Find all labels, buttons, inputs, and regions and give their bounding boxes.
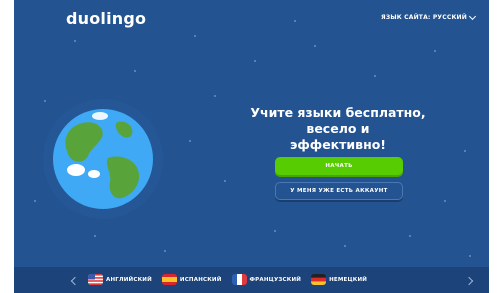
headline-line-1: Учите языки бесплатно, весело и	[250, 105, 426, 136]
language-label-english: АНГЛИЙСКИЙ	[106, 276, 152, 283]
language-item-german[interactable]: НЕМЕЦКИЙ	[311, 274, 367, 285]
chevron-down-icon	[468, 12, 477, 20]
france-flag-icon	[231, 274, 247, 285]
language-label-french: ФРАНЦУЗСКИЙ	[249, 276, 302, 283]
us-flag-icon	[88, 274, 103, 285]
hero-headline: Учите языки бесплатно, весело и эффектив…	[227, 105, 449, 153]
language-item-english[interactable]: АНГЛИЙСКИЙ	[88, 274, 152, 285]
have-account-button[interactable]: У МЕНЯ УЖЕ ЕСТЬ АККАУНТ	[275, 182, 403, 200]
start-button[interactable]: НАЧАТЬ	[275, 157, 403, 175]
headline-line-2: эффективно!	[289, 137, 386, 152]
language-item-spanish[interactable]: ИСПАНСКИЙ	[161, 274, 222, 285]
language-item-french[interactable]: ФРАНЦУЗСКИЙ	[231, 274, 302, 285]
earth-globe-illustration	[43, 99, 163, 219]
language-footer-bar: АНГЛИЙСКИЙ ИСПАНСКИЙ ФРАНЦУЗСКИЙ НЕМЕЦКИ…	[14, 267, 489, 293]
landing-page: duolingo ЯЗЫК САЙТА: РУССКИЙ Учите языки…	[14, 0, 489, 293]
site-language-selector[interactable]: ЯЗЫК САЙТА: РУССКИЙ	[381, 12, 477, 21]
language-label-german: НЕМЕЦКИЙ	[329, 276, 368, 283]
course-language-list: АНГЛИЙСКИЙ ИСПАНСКИЙ ФРАНЦУЗСКИЙ НЕМЕЦКИ…	[88, 274, 367, 285]
chevron-right-icon[interactable]	[464, 276, 474, 286]
site-language-label: ЯЗЫК САЙТА: РУССКИЙ	[381, 14, 467, 21]
duolingo-logo[interactable]: duolingo	[66, 9, 146, 28]
language-label-spanish: ИСПАНСКИЙ	[179, 276, 222, 283]
germany-flag-icon	[311, 274, 327, 285]
spain-flag-icon	[161, 274, 177, 285]
chevron-left-icon[interactable]	[70, 276, 80, 286]
